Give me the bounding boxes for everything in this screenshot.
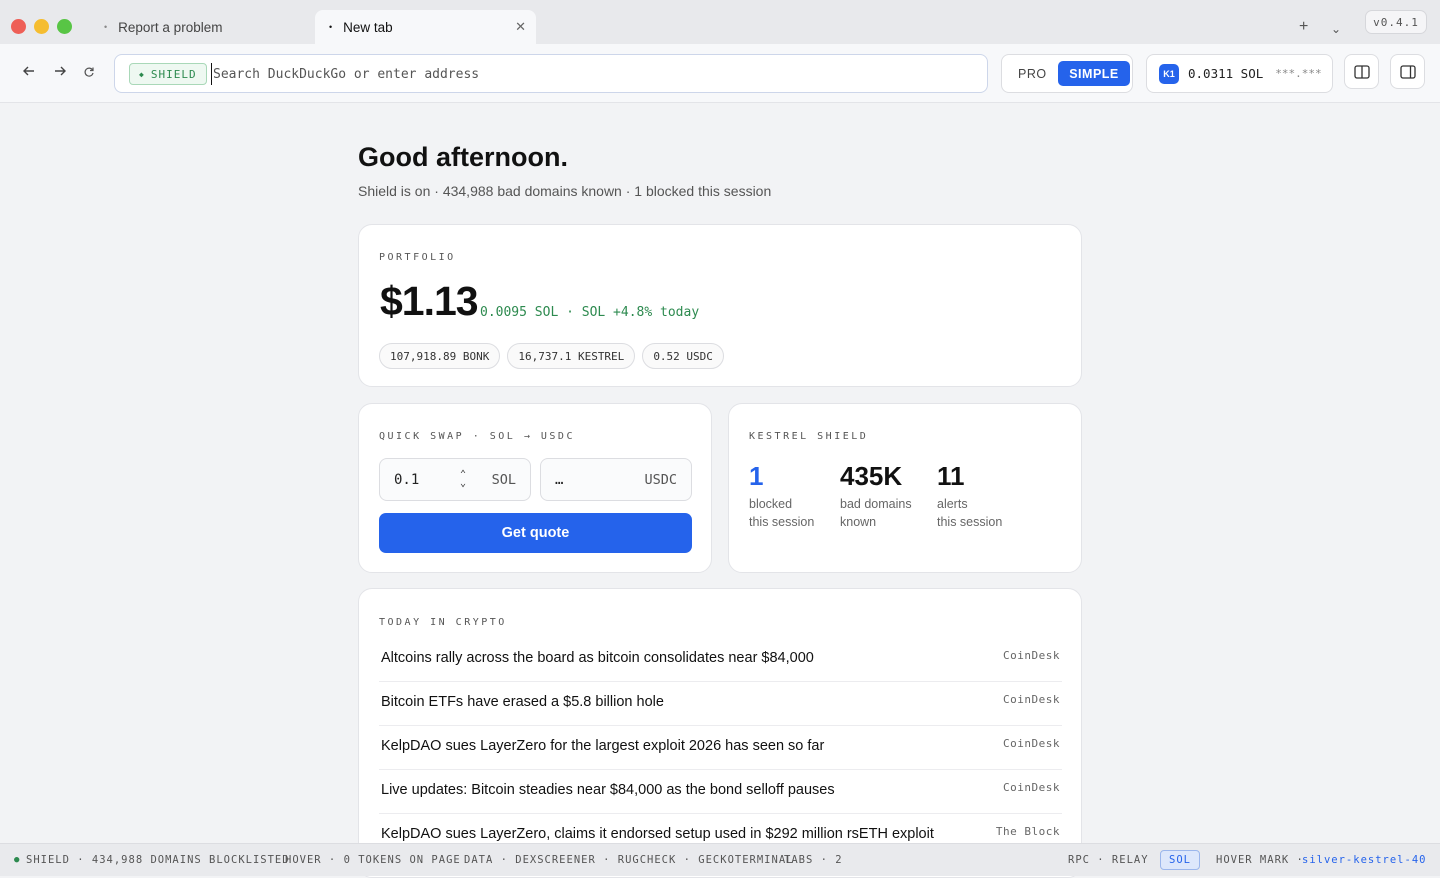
- stat-caption-line: blocked: [749, 497, 793, 511]
- news-headline[interactable]: KelpDAO sues LayerZero for the largest e…: [381, 738, 824, 754]
- news-item[interactable]: KelpDAO sues LayerZero for the largest e…: [379, 726, 1062, 770]
- holding-chip[interactable]: 107,918.89 BONK: [379, 343, 501, 369]
- wallet-avatar: K1: [1159, 63, 1179, 84]
- version-badge: v0.4.1: [1365, 10, 1427, 34]
- quick-swap-label: QUICK SWAP · SOL → USDC: [379, 431, 575, 442]
- wallet-balance: 0.0311 SOL: [1188, 66, 1264, 81]
- address-input[interactable]: [211, 63, 971, 85]
- tab-list-chevron-down-icon[interactable]: ⌄: [1331, 22, 1341, 36]
- swap-to-field[interactable]: … USDC: [540, 458, 692, 501]
- stat-caption-line: alerts: [937, 497, 968, 511]
- wallet-masked-value: ***.***: [1275, 67, 1322, 80]
- maximize-window-button[interactable]: [57, 19, 72, 34]
- back-arrow-icon[interactable]: [22, 64, 36, 81]
- tab-label: New tab: [343, 19, 393, 35]
- shield-summary: Shield is on · 434,988 bad domains known…: [358, 183, 772, 199]
- status-shield: SHIELD · 434,988 DOMAINS BLOCKLISTED: [26, 854, 290, 866]
- tab-dot-icon: •: [329, 22, 333, 32]
- wallet-button[interactable]: K1 0.0311 SOL ***.***: [1146, 54, 1333, 93]
- get-quote-button[interactable]: Get quote: [379, 513, 692, 553]
- stat-caption-line: this session: [937, 515, 1003, 529]
- news-source: CoinDesk: [1003, 649, 1060, 662]
- portfolio-detail: 0.0095 SOL · SOL +4.8% today: [480, 305, 700, 320]
- mode-simple-button[interactable]: SIMPLE: [1058, 61, 1130, 86]
- stat-caption-line: bad domains: [840, 497, 912, 511]
- reload-icon[interactable]: [83, 65, 95, 81]
- portfolio-label: PORTFOLIO: [379, 252, 456, 263]
- kestrel-shield-card: KESTREL SHIELD 1 blocked this session 43…: [728, 403, 1082, 573]
- tab-report-problem[interactable]: • Report a problem: [92, 10, 310, 44]
- news-source: CoinDesk: [1003, 781, 1060, 794]
- news-headline[interactable]: KelpDAO sues LayerZero, claims it endors…: [381, 826, 934, 842]
- new-tab-plus-icon[interactable]: +: [1299, 18, 1308, 36]
- tab-dot-icon: •: [104, 22, 108, 32]
- amount-stepper-icon[interactable]: ⌃ ⌄: [460, 470, 466, 489]
- holding-chip[interactable]: 16,737.1 KESTREL: [507, 343, 636, 369]
- news-item[interactable]: Live updates: Bitcoin steadies near $84,…: [379, 770, 1062, 814]
- news-headline[interactable]: Altcoins rally across the board as bitco…: [381, 650, 814, 666]
- toolbar: ◆ SHIELD PRO SIMPLE K1 0.0311 SOL ***.**…: [0, 44, 1440, 103]
- forward-arrow-icon[interactable]: [53, 64, 67, 81]
- shield-chip-label: SHIELD: [150, 67, 197, 81]
- split-view-icon: [1353, 64, 1370, 79]
- shield-diamond-icon: ◆: [139, 69, 145, 79]
- sidebar-icon: [1399, 64, 1416, 79]
- swap-to-currency: USDC: [644, 472, 677, 488]
- sidebar-toggle-button[interactable]: [1390, 54, 1425, 89]
- status-bar: ● SHIELD · 434,988 DOMAINS BLOCKLISTED H…: [0, 843, 1440, 876]
- stat-caption-line: known: [840, 515, 877, 529]
- window-controls: [11, 19, 72, 34]
- blocked-caption: blocked this session: [749, 495, 814, 531]
- status-network-chip[interactable]: SOL: [1160, 850, 1200, 870]
- status-rpc[interactable]: RPC · RELAY: [1068, 854, 1149, 866]
- mode-toggle: PRO SIMPLE: [1001, 54, 1133, 93]
- bad-domains-caption: bad domains known: [840, 495, 912, 531]
- page-title: Good afternoon.: [358, 142, 568, 172]
- tab-label: Report a problem: [118, 19, 223, 35]
- swap-from-amount[interactable]: 0.1: [394, 472, 419, 488]
- news-headline[interactable]: Live updates: Bitcoin steadies near $84,…: [381, 782, 835, 798]
- status-hover: HOVER · 0 TOKENS ON PAGE: [285, 854, 461, 866]
- news-label: TODAY IN CRYPTO: [379, 617, 507, 628]
- alerts-caption: alerts this session: [937, 495, 1002, 531]
- close-tab-icon[interactable]: ✕: [515, 19, 526, 35]
- news-headline[interactable]: Bitcoin ETFs have erased a $5.8 billion …: [381, 694, 664, 710]
- status-tabs: TABS · 2: [784, 854, 843, 866]
- stat-caption-line: this session: [749, 515, 815, 529]
- status-data-sources: DATA · DEXSCREENER · RUGCHECK · GECKOTER…: [464, 854, 794, 866]
- tab-new-tab[interactable]: • New tab ✕: [315, 10, 536, 44]
- shield-card-label: KESTREL SHIELD: [749, 431, 869, 442]
- swap-to-amount: …: [555, 472, 564, 488]
- split-view-button[interactable]: [1344, 54, 1379, 89]
- mode-pro-button[interactable]: PRO: [1018, 67, 1047, 81]
- swap-from-currency: SOL: [491, 472, 516, 488]
- news-source: The Block: [995, 825, 1060, 838]
- bad-domains-count: 435K: [840, 461, 903, 491]
- crypto-news-card: TODAY IN CRYPTO Altcoins rally across th…: [358, 588, 1082, 878]
- portfolio-value: $1.13: [380, 278, 479, 324]
- address-bar[interactable]: ◆ SHIELD: [114, 54, 988, 93]
- swap-from-field[interactable]: 0.1 ⌃ ⌄ SOL: [379, 458, 531, 501]
- blocked-count: 1: [749, 461, 764, 491]
- holding-chip[interactable]: 0.52 USDC: [642, 343, 724, 369]
- portfolio-card: PORTFOLIO $1.13 0.0095 SOL · SOL +4.8% t…: [358, 224, 1082, 387]
- status-hover-mark-value[interactable]: silver-kestrel-40: [1302, 854, 1426, 866]
- minimize-window-button[interactable]: [34, 19, 49, 34]
- news-source: CoinDesk: [1003, 693, 1060, 706]
- news-source: CoinDesk: [1003, 737, 1060, 750]
- holdings-list: 107,918.89 BONK 16,737.1 KESTREL 0.52 US…: [379, 343, 724, 369]
- alerts-count: 11: [937, 461, 965, 491]
- quick-swap-card: QUICK SWAP · SOL → USDC 0.1 ⌃ ⌄ SOL … USD…: [358, 403, 712, 573]
- tab-bar: • Report a problem • New tab ✕ + ⌄ v0.4.…: [0, 0, 1440, 44]
- shield-status-dot-icon: ●: [14, 855, 21, 865]
- shield-status-chip[interactable]: ◆ SHIELD: [129, 63, 207, 85]
- status-hover-mark-label: HOVER MARK ·: [1216, 854, 1304, 866]
- close-window-button[interactable]: [11, 19, 26, 34]
- news-item[interactable]: Bitcoin ETFs have erased a $5.8 billion …: [379, 682, 1062, 726]
- news-item[interactable]: Altcoins rally across the board as bitco…: [379, 638, 1062, 682]
